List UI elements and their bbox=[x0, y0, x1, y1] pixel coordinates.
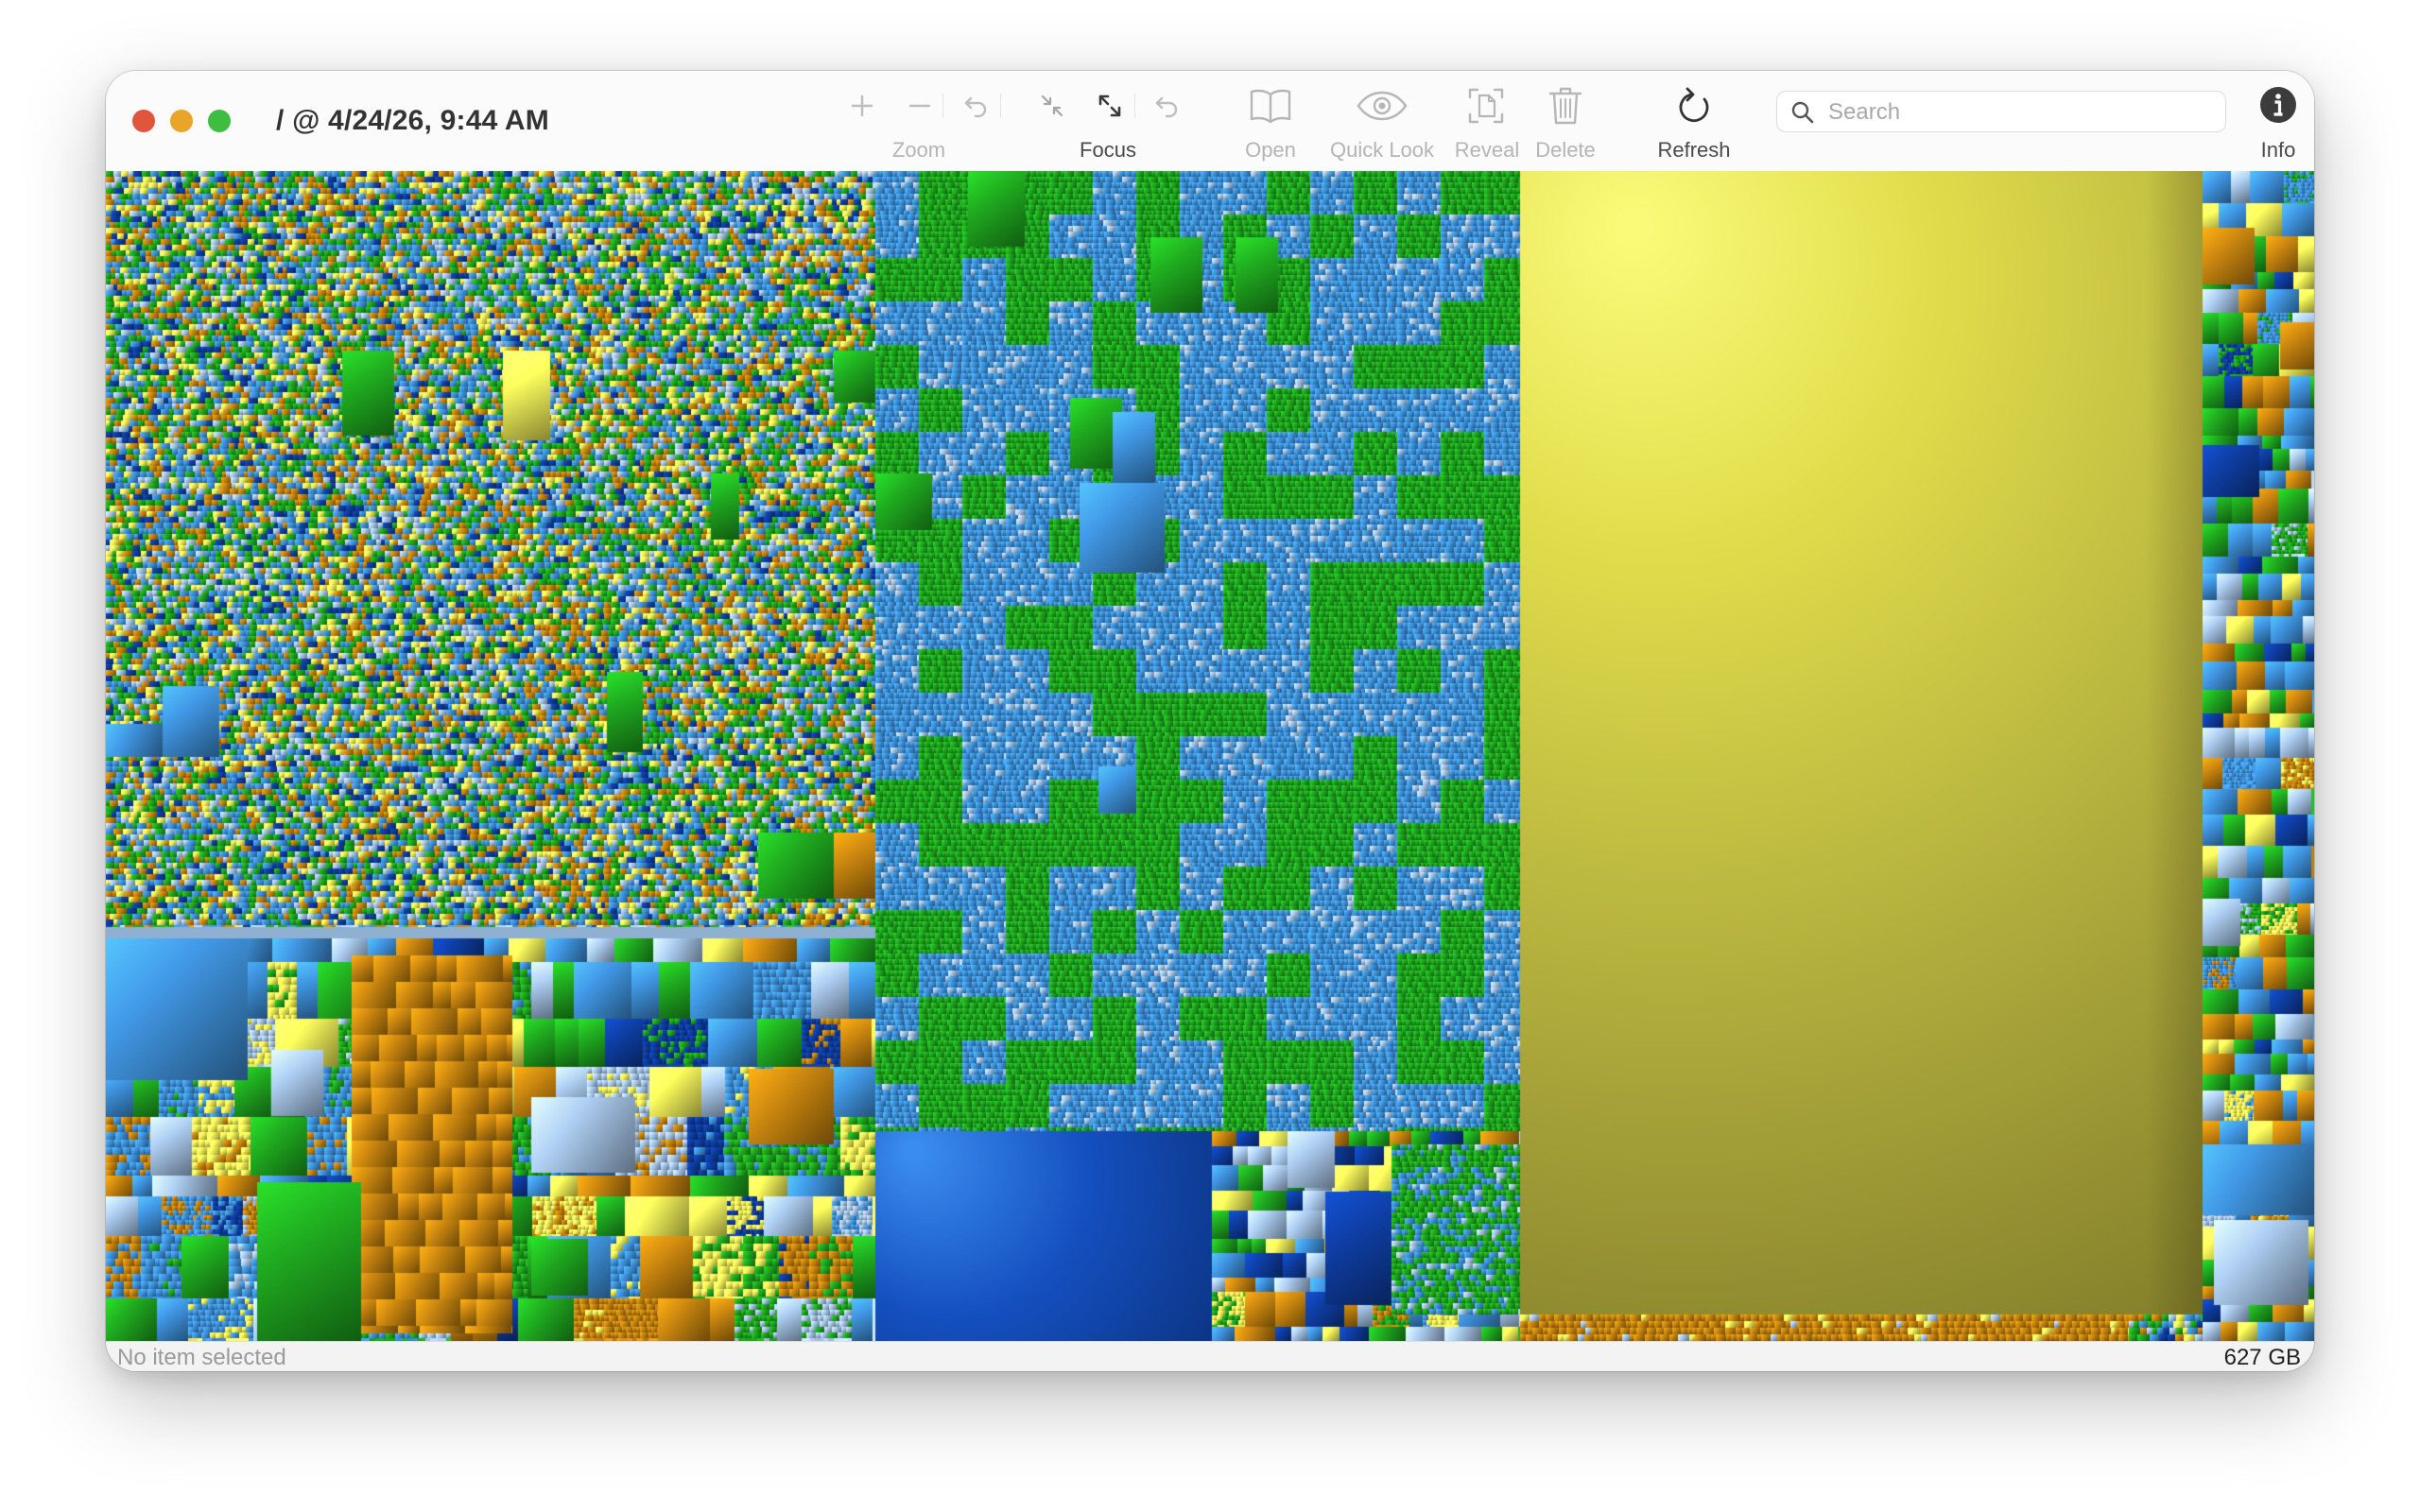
focus-group-label: Focus bbox=[1080, 138, 1136, 162]
search-input[interactable] bbox=[1826, 92, 2208, 133]
minimize-button[interactable] bbox=[170, 110, 193, 132]
info-icon bbox=[2260, 87, 2296, 123]
info-button[interactable] bbox=[2257, 84, 2299, 126]
zoom-in-icon bbox=[851, 94, 873, 117]
status-bar: No item selected 627 GB bbox=[106, 1341, 2314, 1371]
open-button[interactable] bbox=[1244, 82, 1297, 129]
undo-focus-button[interactable] bbox=[1146, 84, 1189, 128]
main-window: / @ 4/24/26, 9:44 AM Zoom Focus Open Qui… bbox=[106, 71, 2314, 1371]
delete-label: Delete bbox=[1535, 138, 1596, 162]
info-label: Info bbox=[2260, 138, 2296, 162]
focus-in-icon bbox=[1041, 94, 1063, 117]
delete-button[interactable] bbox=[1539, 82, 1592, 129]
quick-look-label: Quick Look bbox=[1329, 138, 1435, 162]
book-icon bbox=[1250, 89, 1291, 124]
region-mixed-files-right-column[interactable] bbox=[2203, 171, 2314, 1341]
window-title: / @ 4/24/26, 9:44 AM bbox=[276, 105, 549, 136]
reveal-label: Reveal bbox=[1454, 138, 1520, 162]
title-bar: / @ 4/24/26, 9:44 AM Zoom Focus Open Qui… bbox=[106, 71, 2314, 172]
region-large-blue-file[interactable] bbox=[875, 1131, 1212, 1341]
focus-in-button[interactable] bbox=[1030, 84, 1074, 128]
search-icon bbox=[1791, 101, 1814, 124]
focus-out-button[interactable] bbox=[1088, 84, 1132, 128]
refresh-button[interactable] bbox=[1668, 82, 1720, 129]
reveal-icon bbox=[1468, 88, 1504, 124]
zoom-in-button[interactable] bbox=[840, 84, 884, 128]
undo-focus-icon bbox=[1155, 96, 1178, 118]
search-field[interactable] bbox=[1776, 91, 2226, 133]
undo-zoom-button[interactable] bbox=[955, 84, 998, 128]
trash-icon bbox=[1548, 87, 1582, 125]
region-mixed-files-bottom-center[interactable] bbox=[1212, 1131, 1520, 1341]
treemap-view[interactable] bbox=[106, 171, 2314, 1341]
toolbar-separator bbox=[1000, 94, 1001, 118]
region-mixed-files-bottom-left[interactable] bbox=[106, 938, 875, 1341]
refresh-icon bbox=[1679, 87, 1709, 123]
region-mixed-files-top-left[interactable] bbox=[106, 171, 875, 927]
focus-out-icon bbox=[1098, 94, 1121, 117]
eye-icon bbox=[1357, 91, 1408, 121]
region-large-yellow-file[interactable] bbox=[1520, 171, 2203, 1314]
zoom-out-button[interactable] bbox=[898, 84, 942, 128]
zoom-window-button[interactable] bbox=[208, 110, 231, 132]
undo-zoom-icon bbox=[964, 96, 987, 118]
region-blue-green-block[interactable] bbox=[875, 171, 1520, 1131]
zoom-group-label: Zoom bbox=[891, 138, 946, 162]
toolbar-separator bbox=[1134, 94, 1135, 118]
quick-look-button[interactable] bbox=[1352, 82, 1412, 129]
refresh-label: Refresh bbox=[1657, 138, 1731, 162]
reveal-button[interactable] bbox=[1460, 82, 1512, 129]
region-orange-strip[interactable] bbox=[1520, 1314, 2203, 1341]
total-size: 627 GB bbox=[2223, 1345, 2301, 1370]
toolbar-separator bbox=[942, 94, 943, 118]
close-button[interactable] bbox=[132, 110, 155, 132]
open-label: Open bbox=[1245, 138, 1296, 162]
zoom-out-icon bbox=[908, 104, 931, 108]
selection-status: No item selected bbox=[117, 1345, 286, 1370]
